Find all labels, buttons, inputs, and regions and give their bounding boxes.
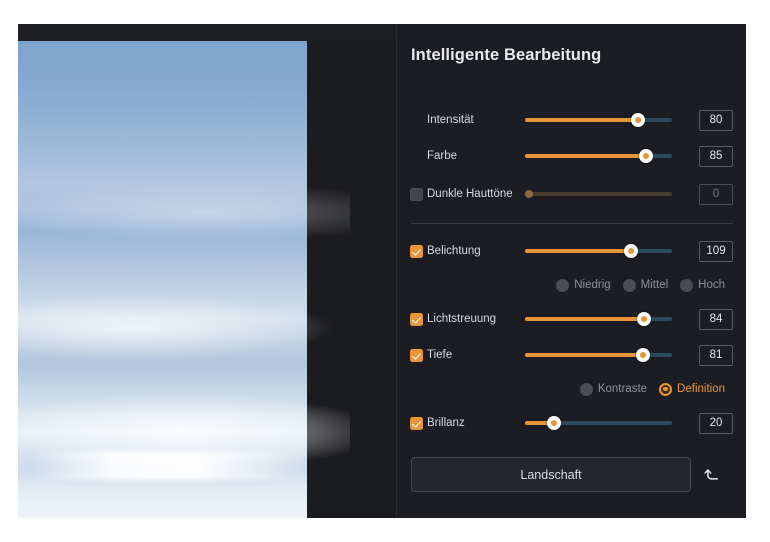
slider-fill (525, 249, 631, 253)
value-field-brillanz[interactable]: 20 (699, 412, 733, 434)
preset-button-landschaft[interactable]: Landschaft (411, 457, 691, 492)
slider-knob[interactable] (547, 416, 562, 430)
control-label-farbe: Farbe (427, 149, 458, 162)
value-field-intensitaet[interactable]: 80 (699, 109, 733, 131)
control-label-intensitaet: Intensität (427, 113, 474, 126)
radio-option-hoch[interactable]: Hoch (680, 278, 725, 292)
radio-icon-selected[interactable] (659, 382, 673, 396)
image-canvas[interactable] (18, 24, 396, 518)
photo-preview[interactable] (18, 41, 351, 518)
control-label-tiefe: Tiefe (427, 348, 453, 361)
slider-farbe[interactable] (525, 146, 672, 166)
radio-icon[interactable] (680, 278, 694, 292)
smart-edit-screen: Intelligente Bearbeitung Intensität 80 F… (0, 0, 770, 542)
control-label-dunkle-hauttoene: Dunkle Hauttöne (427, 187, 513, 200)
radio-option-mittel[interactable]: Mittel (622, 278, 669, 292)
checkbox-lichtstreuung[interactable] (409, 312, 423, 326)
control-row-farbe: Farbe 85 (397, 138, 746, 174)
slider-lichtstreuung[interactable] (525, 309, 672, 329)
checkbox-tiefe[interactable] (409, 348, 423, 362)
slider-track (525, 192, 672, 196)
checkbox-belichtung[interactable] (409, 244, 423, 258)
radio-label: Kontraste (597, 383, 648, 395)
checkbox-dunkle-hauttoene[interactable] (409, 187, 423, 201)
slider-belichtung[interactable] (525, 241, 672, 261)
slider-fill (525, 317, 645, 321)
radio-icon[interactable] (622, 278, 636, 292)
radio-option-niedrig[interactable]: Niedrig (556, 278, 611, 292)
panel-footer: Landschaft (397, 457, 746, 492)
slider-dunkle-hauttoene[interactable] (525, 184, 672, 204)
checkbox-slot (397, 348, 427, 362)
radio-icon[interactable] (579, 382, 593, 396)
slider-brillanz[interactable] (525, 413, 672, 433)
radio-group-level: Niedrig Mittel Hoch (397, 269, 746, 301)
control-row-lichtstreuung: Lichtstreuung 84 (397, 301, 746, 337)
value-field-lichtstreuung[interactable]: 84 (699, 308, 733, 330)
controls-list: Intensität 80 Farbe 85 Dunkle Hauttöne 0… (397, 102, 746, 441)
value-field-dunkle-hauttoene[interactable]: 0 (699, 183, 733, 205)
reset-button[interactable] (691, 458, 733, 491)
page-title: Intelligente Bearbeitung (411, 46, 602, 64)
radio-option-definition[interactable]: Definition (659, 382, 725, 396)
cloud-layer-upper (18, 184, 351, 242)
control-row-tiefe: Tiefe 81 (397, 337, 746, 373)
cloud-layer-mid (18, 293, 342, 361)
radio-group-mode: Kontraste Definition (397, 373, 746, 405)
checkbox-brillanz[interactable] (409, 416, 423, 430)
radio-label: Niedrig (574, 279, 611, 291)
cloud-streak (32, 451, 307, 480)
control-row-intensitaet: Intensität 80 (397, 102, 746, 138)
undo-arrow-icon (703, 465, 722, 484)
slider-knob[interactable] (631, 113, 646, 127)
radio-icon[interactable] (556, 278, 570, 292)
slider-intensitaet[interactable] (525, 110, 672, 130)
slider-fill (525, 353, 643, 357)
slider-knob[interactable] (638, 149, 653, 163)
checkbox-slot (397, 312, 427, 326)
slider-knob[interactable] (525, 190, 534, 198)
canvas-topbar (18, 24, 396, 41)
section-divider (411, 223, 733, 224)
checkbox-slot (397, 187, 427, 201)
control-label-lichtstreuung: Lichtstreuung (427, 312, 497, 325)
slider-knob[interactable] (635, 348, 650, 362)
radio-option-kontraste[interactable]: Kontraste (579, 382, 648, 396)
value-field-farbe[interactable]: 85 (699, 145, 733, 167)
control-row-brillanz: Brillanz 20 (397, 405, 746, 441)
slider-tiefe[interactable] (525, 345, 672, 365)
slider-fill (525, 118, 639, 122)
radio-label: Hoch (698, 279, 725, 291)
control-row-dunkle-hauttoene: Dunkle Hauttöne 0 (397, 174, 746, 214)
value-field-tiefe[interactable]: 81 (699, 344, 733, 366)
value-field-belichtung[interactable]: 109 (699, 240, 733, 262)
checkbox-slot (397, 416, 427, 430)
control-row-belichtung: Belichtung 109 (397, 233, 746, 269)
slider-knob[interactable] (637, 312, 652, 326)
control-label-belichtung: Belichtung (427, 244, 481, 257)
checkbox-slot (397, 244, 427, 258)
radio-label: Mittel (640, 279, 669, 291)
radio-label: Definition (677, 383, 725, 395)
slider-fill (525, 154, 646, 158)
smart-edit-panel: Intelligente Bearbeitung Intensität 80 F… (396, 24, 746, 518)
control-label-brillanz: Brillanz (427, 416, 465, 429)
slider-knob[interactable] (623, 244, 638, 258)
